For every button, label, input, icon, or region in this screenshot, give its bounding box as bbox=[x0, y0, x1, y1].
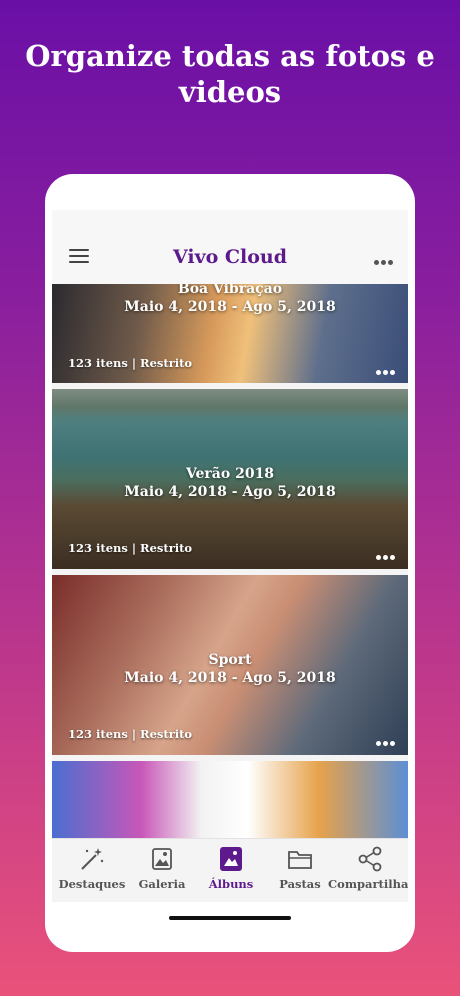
promo-headline: Organize todas as fotos e videos bbox=[25, 39, 435, 109]
home-indicator bbox=[169, 916, 291, 920]
more-options-icon[interactable] bbox=[374, 250, 398, 265]
album-cover-image bbox=[52, 761, 408, 841]
album-meta: 123 itens | Restrito bbox=[68, 541, 193, 555]
app-screen: Vivo Cloud Boa Vibração Maio 4, 2018 - A… bbox=[52, 210, 408, 902]
tab-pastas[interactable]: Pastas bbox=[264, 839, 336, 902]
album-card[interactable]: Boa Vibração Maio 4, 2018 - Ago 5, 2018 … bbox=[52, 284, 408, 383]
share-icon bbox=[358, 846, 382, 872]
album-more-icon[interactable] bbox=[376, 731, 400, 746]
tab-galeria[interactable]: Galeria bbox=[126, 839, 198, 902]
album-title: Boa Vibração bbox=[177, 284, 283, 297]
app-bar: Vivo Cloud bbox=[52, 210, 408, 284]
album-dates: Maio 4, 2018 - Ago 5, 2018 bbox=[124, 484, 336, 500]
album-card[interactable]: Sport Maio 4, 2018 - Ago 5, 2018 123 ite… bbox=[52, 575, 408, 755]
album-more-icon[interactable] bbox=[376, 360, 400, 375]
bottom-tab-bar: Destaques Galeria Álbuns Pastas Comparti… bbox=[52, 838, 408, 902]
phone-frame: Vivo Cloud Boa Vibração Maio 4, 2018 - A… bbox=[45, 174, 415, 952]
album-card[interactable] bbox=[52, 761, 408, 841]
album-icon bbox=[220, 847, 242, 871]
album-title: Verão 2018 bbox=[185, 466, 275, 482]
tab-destaques[interactable]: Destaques bbox=[56, 839, 128, 902]
app-title: Vivo Cloud bbox=[172, 246, 288, 268]
gallery-icon bbox=[152, 848, 172, 870]
album-dates: Maio 4, 2018 - Ago 5, 2018 bbox=[124, 670, 336, 686]
tab-compartilhar[interactable]: Compartilhar bbox=[328, 839, 408, 902]
tab-label: Compartilhar bbox=[328, 877, 408, 891]
album-dates: Maio 4, 2018 - Ago 5, 2018 bbox=[124, 299, 336, 315]
tab-albuns[interactable]: Álbuns bbox=[195, 839, 267, 902]
album-more-icon[interactable] bbox=[376, 545, 400, 560]
magic-wand-icon bbox=[81, 848, 104, 870]
album-title: Sport bbox=[208, 652, 252, 668]
album-meta: 123 itens | Restrito bbox=[68, 727, 193, 741]
folder-icon bbox=[288, 851, 312, 869]
album-meta: 123 itens | Restrito bbox=[68, 356, 193, 370]
album-card[interactable]: Verão 2018 Maio 4, 2018 - Ago 5, 2018 12… bbox=[52, 389, 408, 569]
